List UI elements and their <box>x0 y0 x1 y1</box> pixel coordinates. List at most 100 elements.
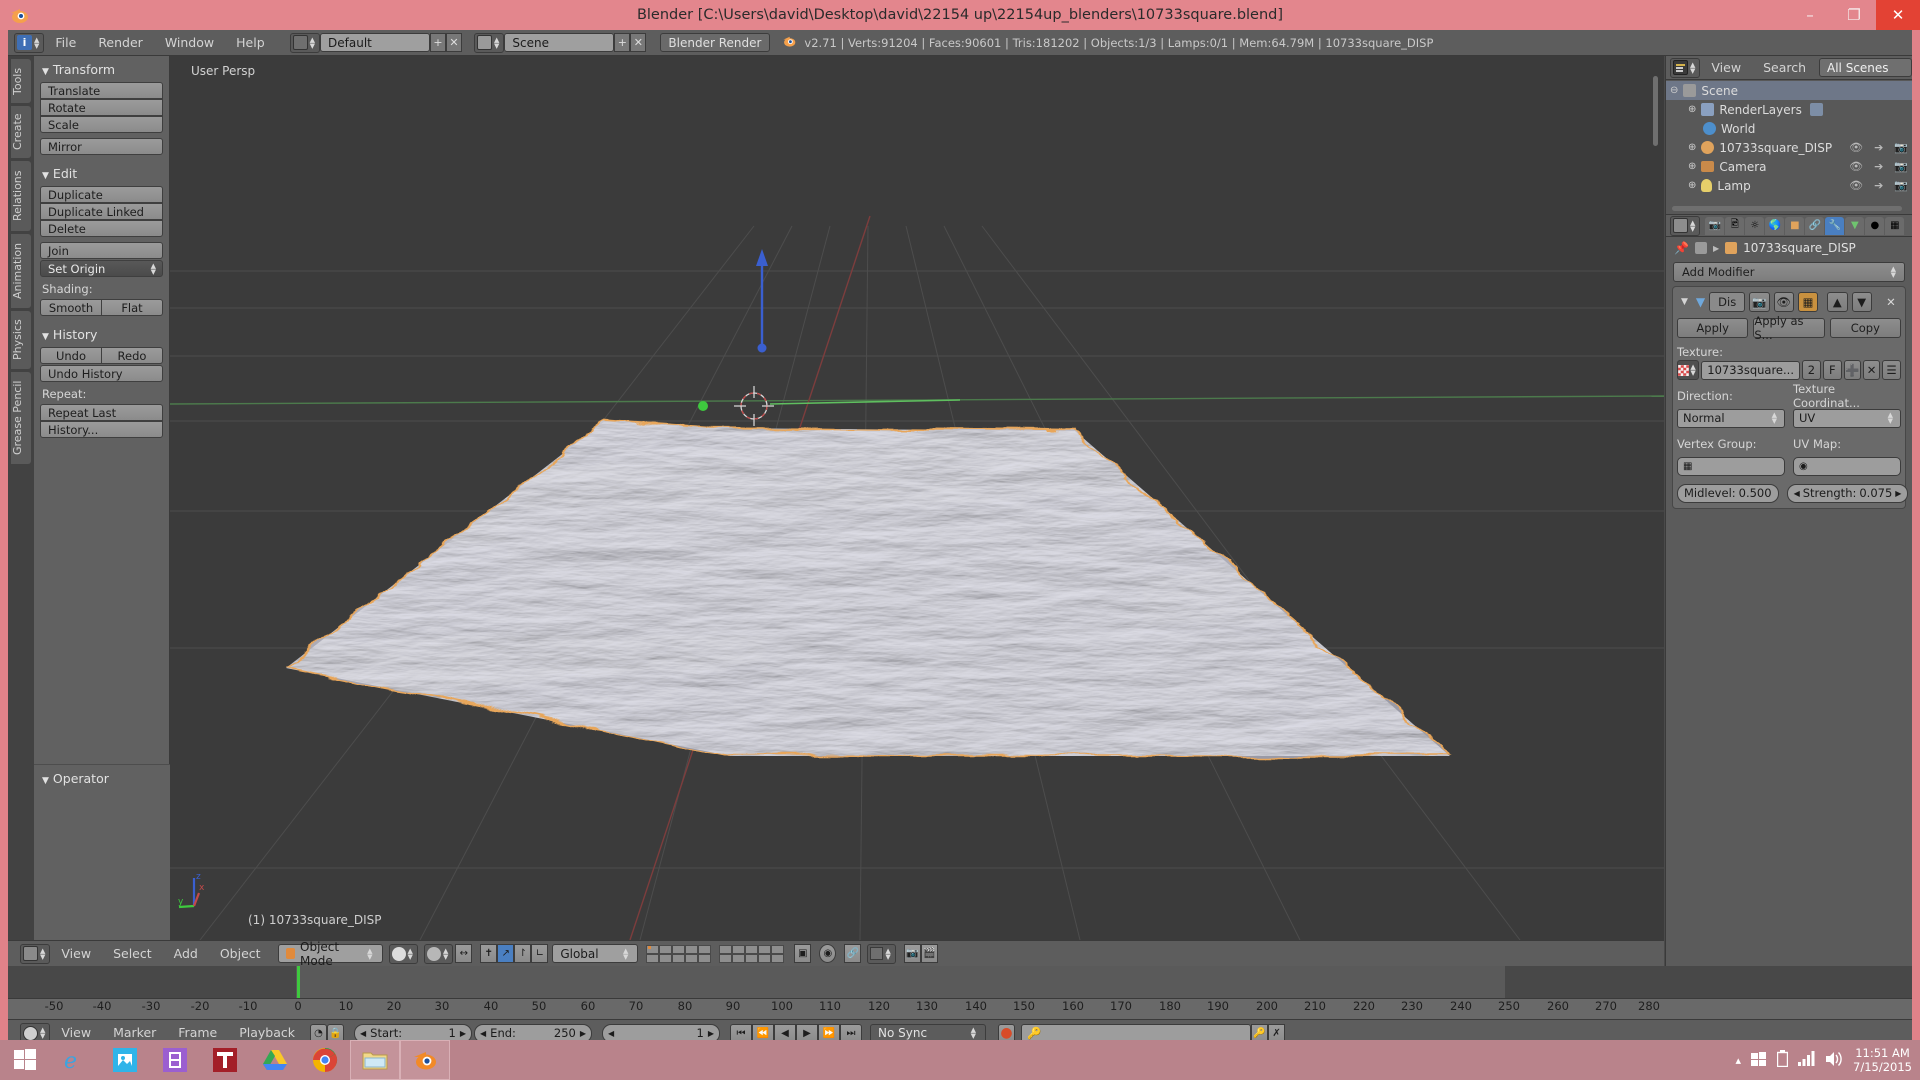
properties-tab-modifiers[interactable]: 🔧 <box>1825 216 1845 235</box>
opengl-render-image-button[interactable]: 📷 <box>903 944 921 963</box>
camera-icon[interactable]: 📷 <box>1894 179 1908 192</box>
modifier-move-down-button[interactable]: ▼ <box>1851 292 1872 312</box>
dropdown-set-origin[interactable]: Set Origin ▲ ▼ <box>40 260 163 277</box>
outliner-row-scene[interactable]: ⊖ Scene <box>1666 81 1912 100</box>
panel-header-operator[interactable]: ▼ Operator <box>34 765 170 790</box>
layer-grid-first[interactable] <box>646 944 712 963</box>
texture-unlink-button[interactable]: ✕ <box>1862 360 1881 380</box>
editor-type-selector[interactable]: i ▲ ▼ <box>14 32 45 53</box>
file-explorer-icon[interactable] <box>350 1040 400 1080</box>
button-undo[interactable]: Undo <box>40 347 102 364</box>
eye-icon[interactable]: 👁 <box>1849 179 1863 192</box>
viewport-scrollbar[interactable] <box>1653 76 1658 146</box>
lock-scene-button[interactable]: ▣ <box>794 944 812 963</box>
view3d-menu-object[interactable]: Object <box>209 941 272 967</box>
tab-tools[interactable]: Tools <box>11 59 31 103</box>
internet-explorer-icon[interactable]: e <box>50 1040 100 1080</box>
outliner-menu-view[interactable]: View <box>1700 55 1752 81</box>
photo-viewer-icon[interactable] <box>100 1040 150 1080</box>
view3d-menu-add[interactable]: Add <box>163 941 209 967</box>
timeline-ruler[interactable]: -50 -40 -30 -20 -10 0 10 20 30 40 50 60 … <box>8 998 1912 1020</box>
properties-tab-scene[interactable]: ☼ <box>1745 216 1765 235</box>
outliner-display-mode[interactable]: All Scenes <box>1819 58 1912 77</box>
tab-create[interactable]: Create <box>11 106 31 158</box>
transform-orientation-selector[interactable]: Global ▲ ▼ <box>552 944 639 963</box>
modifier-move-up-button[interactable]: ▲ <box>1827 292 1848 312</box>
texture-new-button[interactable]: ➕ <box>1843 360 1861 380</box>
snap-magnet-button[interactable]: 🔗 <box>844 944 862 963</box>
viewport-shading-selector[interactable]: ▲ ▼ <box>388 943 418 964</box>
expander-icon[interactable]: ⊕ <box>1688 142 1696 153</box>
blender-taskbar-icon[interactable] <box>400 1040 450 1080</box>
properties-tab-render[interactable]: 📷 <box>1705 216 1725 235</box>
decrement-arrow-icon[interactable]: ◀ <box>608 1029 614 1038</box>
decrement-arrow-icon[interactable]: ◀ <box>360 1029 366 1038</box>
outliner-row-lamp[interactable]: ⊕ Lamp 👁 ➔ 📷 <box>1666 176 1912 195</box>
new-scene-button[interactable]: + <box>614 33 631 52</box>
panel-header-transform[interactable]: ▼ Transform <box>34 56 169 81</box>
snap-target-selector[interactable]: ▲ ▼ <box>867 943 896 964</box>
manipulator-translate-button[interactable]: ✝ <box>480 944 498 963</box>
interaction-mode-selector[interactable]: Object Mode ▲ ▼ <box>277 940 383 968</box>
button-shade-smooth[interactable]: Smooth <box>40 299 102 316</box>
texture-fake-user-button[interactable]: F <box>1822 360 1842 380</box>
layer-grid-second[interactable] <box>719 944 785 963</box>
strength-slider[interactable]: ◀ Strength: 0.075 ▶ <box>1786 483 1909 503</box>
menu-file[interactable]: File <box>44 30 87 56</box>
expander-icon[interactable]: ⊖ <box>1670 85 1678 96</box>
scene-name[interactable]: Scene <box>504 33 615 52</box>
properties-tab-texture[interactable]: ▦ <box>1885 216 1905 235</box>
chevron-down-icon[interactable]: ▼ <box>1677 297 1692 307</box>
add-modifier-button[interactable]: Add Modifier ▲ ▼ <box>1673 262 1905 282</box>
uv-map-field[interactable]: ◉ <box>1793 456 1901 476</box>
panel-header-edit[interactable]: ▼ Edit <box>34 156 169 185</box>
increment-arrow-icon[interactable]: ▶ <box>580 1029 586 1038</box>
manipulator-toggle[interactable]: ↔ <box>455 944 473 963</box>
button-join[interactable]: Join <box>40 242 163 259</box>
outliner-row-world[interactable]: World <box>1666 119 1912 138</box>
camera-icon[interactable]: 📷 <box>1894 141 1908 154</box>
pin-icon[interactable]: 📌 <box>1674 241 1689 255</box>
texture-browse-icon[interactable]: ▲ ▼ <box>1677 360 1700 380</box>
properties-tab-data[interactable]: ▼ <box>1845 216 1865 235</box>
new-layout-button[interactable]: + <box>430 33 447 52</box>
outliner-row-renderlayers[interactable]: ⊕ RenderLayers <box>1666 100 1912 119</box>
start-button[interactable] <box>0 1040 50 1080</box>
3d-viewport[interactable]: Tools Create Relations Animation Physics… <box>8 56 1664 940</box>
outliner-row-camera[interactable]: ⊕ Camera 👁 ➔ 📷 <box>1666 157 1912 176</box>
view3d-menu-view[interactable]: View <box>50 941 102 967</box>
screen-layout-selector[interactable]: ▲ ▼ <box>289 32 321 53</box>
show-hidden-icons-button[interactable]: ▴ <box>1736 1054 1742 1067</box>
close-button[interactable]: ✕ <box>1876 0 1920 30</box>
eye-icon[interactable]: 👁 <box>1849 141 1863 154</box>
proportional-edit-button[interactable]: ◉ <box>819 944 837 963</box>
outliner-row-mesh-object[interactable]: ⊕ 10733square_DISP 👁 ➔ 📷 <box>1666 138 1912 157</box>
button-scale[interactable]: Scale <box>40 116 163 133</box>
properties-tab-material[interactable]: ● <box>1865 216 1885 235</box>
modifier-delete-button[interactable]: ✕ <box>1881 292 1901 312</box>
camera-icon[interactable]: 📷 <box>1894 160 1908 173</box>
button-rotate[interactable]: Rotate <box>40 99 163 116</box>
button-repeat-last[interactable]: Repeat Last <box>40 404 163 421</box>
network-icon[interactable] <box>1751 1051 1767 1070</box>
vertex-group-field[interactable]: ▦ <box>1677 456 1785 476</box>
copy-modifier-button[interactable]: Copy <box>1829 318 1901 338</box>
expander-icon[interactable]: ⊕ <box>1688 180 1696 191</box>
pivot-point-selector[interactable]: ▲ ▼ <box>423 943 454 964</box>
button-duplicate-linked[interactable]: Duplicate Linked <box>40 203 163 220</box>
increment-arrow-icon[interactable]: ▶ <box>708 1029 714 1038</box>
modifier-editmode-toggle[interactable]: ▦ <box>1797 292 1819 312</box>
eye-icon[interactable]: 👁 <box>1849 160 1863 173</box>
button-duplicate[interactable]: Duplicate <box>40 186 163 203</box>
render-engine-selector[interactable]: Blender Render <box>660 33 771 52</box>
menu-window[interactable]: Window <box>154 30 225 56</box>
button-delete[interactable]: Delete <box>40 220 163 237</box>
video-editor-icon[interactable] <box>150 1040 200 1080</box>
delete-layout-button[interactable]: ✕ <box>446 33 463 52</box>
decrement-arrow-icon[interactable]: ◀ <box>480 1029 486 1038</box>
timeline-track[interactable] <box>8 966 1912 998</box>
battery-icon[interactable] <box>1776 1050 1789 1070</box>
view3d-editor-type-selector[interactable]: ▲ ▼ <box>20 943 51 964</box>
properties-tab-world[interactable]: 🌎 <box>1765 216 1785 235</box>
properties-tab-object[interactable]: ■ <box>1785 216 1805 235</box>
